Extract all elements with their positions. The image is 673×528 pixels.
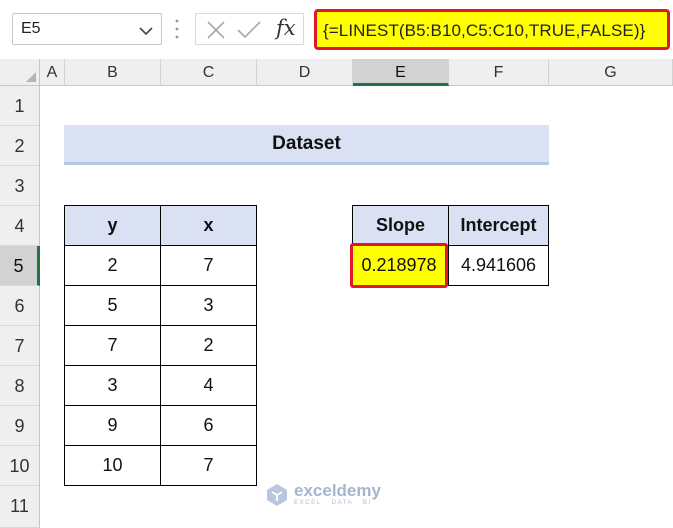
insert-function-button[interactable]: fx — [276, 16, 296, 40]
column-header-g[interactable]: G — [549, 59, 673, 86]
cancel-icon[interactable] — [206, 20, 226, 45]
select-all-button[interactable] — [0, 59, 40, 86]
formula-input[interactable]: {=LINEST(B5:B10,C5:C10,TRUE,FALSE)} — [314, 9, 670, 50]
table-cell-y[interactable]: 9 — [64, 405, 161, 446]
table-cell-y[interactable]: 2 — [64, 245, 161, 286]
name-box[interactable]: E5 — [12, 13, 162, 45]
table-cell-y[interactable]: 10 — [64, 445, 161, 486]
row-header-6[interactable]: 6 — [0, 286, 40, 326]
column-header-f[interactable]: F — [449, 59, 549, 86]
row-header-10[interactable]: 10 — [0, 446, 40, 486]
exceldemy-logo-icon — [267, 483, 287, 506]
intercept-value[interactable]: 4.941606 — [448, 245, 549, 286]
dataset-title[interactable]: Dataset — [64, 125, 549, 165]
formula-text: {=LINEST(B5:B10,C5:C10,TRUE,FALSE)} — [323, 21, 646, 40]
row-header-8[interactable]: 8 — [0, 366, 40, 406]
table-cell-y[interactable]: 5 — [64, 285, 161, 326]
table-cell-y[interactable]: 7 — [64, 325, 161, 366]
column-header-a[interactable]: A — [40, 59, 65, 86]
exceldemy-logo: exceldemy EXCEL · DATA · BI — [265, 482, 381, 507]
row-header-9[interactable]: 9 — [0, 406, 40, 446]
drag-handle-icon[interactable] — [175, 18, 179, 45]
watermark-name: exceldemy — [294, 481, 381, 500]
formula-bar: E5 fx {=LINEST(B5:B10,C5:C10,TRUE,FALSE)… — [0, 0, 673, 62]
row-header-2[interactable]: 2 — [0, 126, 40, 166]
checkmark-icon[interactable] — [236, 20, 262, 45]
table-cell-x[interactable]: 7 — [160, 245, 257, 286]
column-header-c[interactable]: C — [161, 59, 257, 86]
table-cell-x[interactable]: 7 — [160, 445, 257, 486]
watermark-tagline: EXCEL · DATA · BI — [294, 500, 372, 506]
name-box-value: E5 — [21, 20, 41, 37]
formula-buttons: fx — [195, 13, 304, 45]
table-cell-x[interactable]: 3 — [160, 285, 257, 326]
row-header-4[interactable]: 4 — [0, 206, 40, 246]
column-header-d[interactable]: D — [257, 59, 353, 86]
row-header-7[interactable]: 7 — [0, 326, 40, 366]
column-header-b[interactable]: B — [65, 59, 161, 86]
table-header-x[interactable]: x — [160, 205, 257, 246]
slope-header[interactable]: Slope — [352, 205, 449, 246]
row-header-1[interactable]: 1 — [0, 86, 40, 126]
column-header-e[interactable]: E — [353, 59, 449, 86]
row-header-11[interactable]: 11 — [0, 486, 40, 528]
table-cell-x[interactable]: 4 — [160, 365, 257, 406]
row-header-5[interactable]: 5 — [0, 246, 40, 286]
table-cell-x[interactable]: 2 — [160, 325, 257, 366]
table-cell-x[interactable]: 6 — [160, 405, 257, 446]
intercept-header[interactable]: Intercept — [448, 205, 549, 246]
slope-value-cell[interactable]: 0.218978 — [350, 243, 448, 288]
row-header-3[interactable]: 3 — [0, 166, 40, 206]
chevron-down-icon[interactable] — [139, 23, 153, 41]
table-header-y[interactable]: y — [64, 205, 161, 246]
table-cell-y[interactable]: 3 — [64, 365, 161, 406]
